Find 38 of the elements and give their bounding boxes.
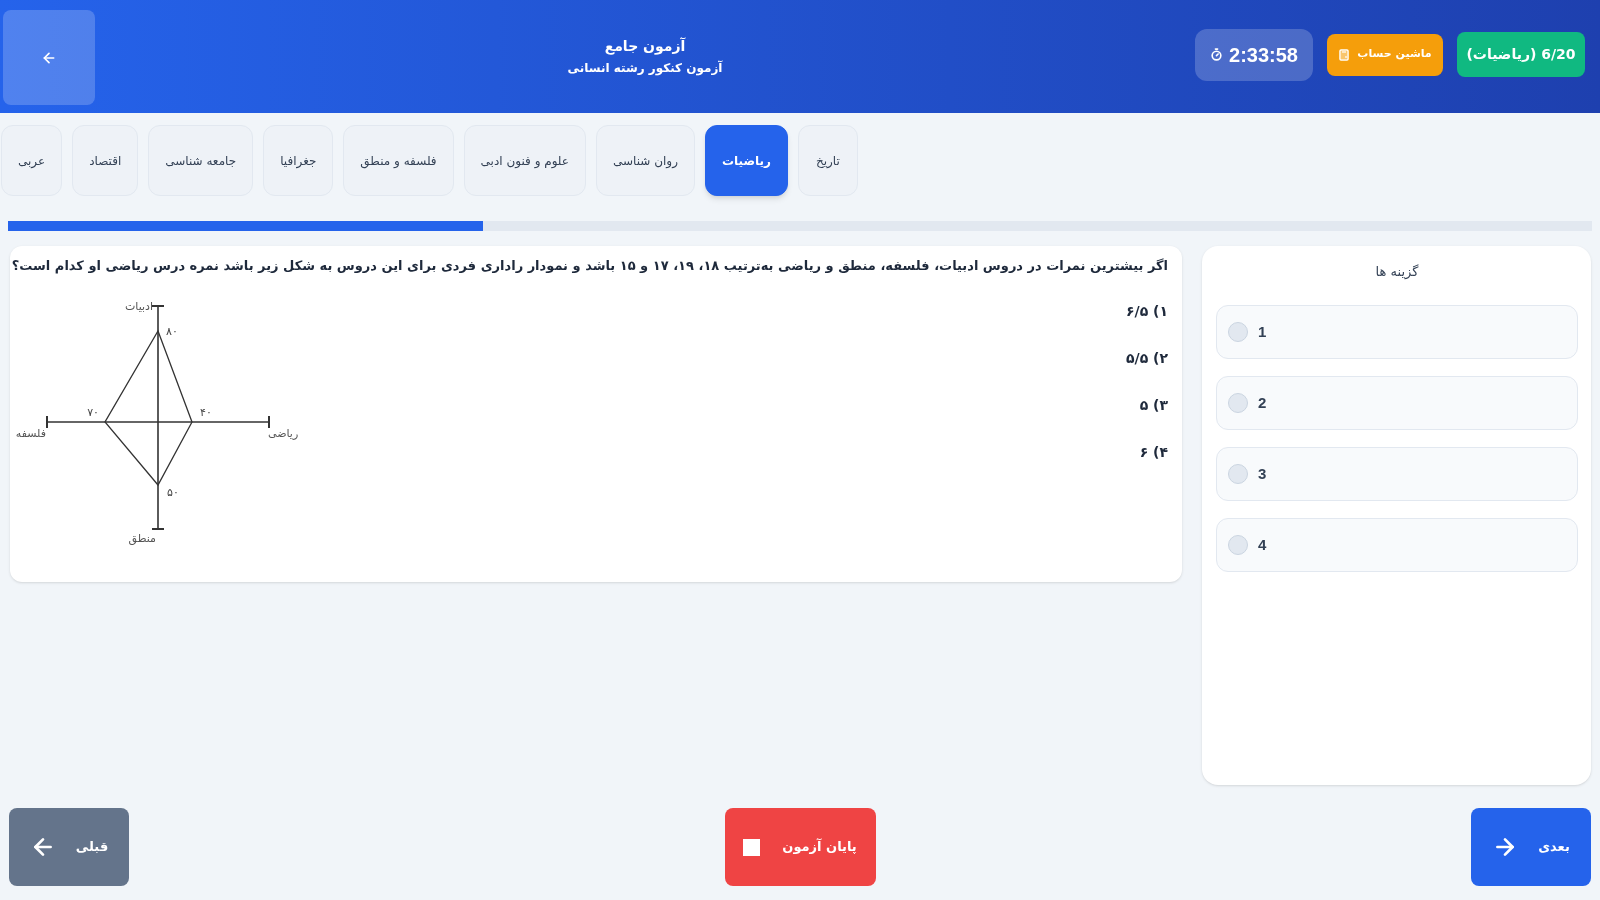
value-label: ۸۰: [166, 325, 178, 338]
axis-label: ریاضی: [268, 427, 299, 440]
stop-icon: [743, 838, 761, 856]
value-label: ۷۰: [87, 406, 99, 419]
exam-title: آزمون جامع: [604, 36, 686, 56]
answer-choice-text: ۴) ۶: [1139, 443, 1168, 462]
exam-subtitle: آزمون کنکور رشته انسانی: [567, 59, 723, 76]
subject-tab[interactable]: علوم و فنون ادبی: [463, 125, 586, 196]
answer-choice-text: ۳) ۵: [1139, 396, 1168, 415]
previous-button[interactable]: قبلی: [9, 808, 129, 886]
axis-label: منطق: [128, 532, 156, 545]
timer-display: 2:33:58: [1195, 28, 1313, 81]
finish-exam-button[interactable]: پایان آزمون: [724, 808, 876, 886]
subject-tab[interactable]: جغرافیا: [263, 125, 334, 196]
answer-choice-text: ۲) ۵/۵: [1125, 349, 1168, 368]
calculator-icon: [1338, 48, 1351, 61]
options-title: گزینه ها: [1374, 263, 1420, 281]
subject-tab[interactable]: عربی: [1, 125, 63, 196]
question-text: اگر بیشترین نمرات در دروس ادبیات، فلسفه، منطق و ریاضی به‌ترتیب ۱۸، ۱۹، ۱۷ و ۱۵ باشد و نمودار راداری فردی برای این دروس به شکل زیر باشد نمره درس ریاضی او کدام است؟: [10, 257, 1168, 276]
value-label: ۵۰: [167, 486, 179, 499]
answer-option[interactable]: 1: [1216, 305, 1578, 359]
answer-option[interactable]: 2: [1216, 376, 1578, 430]
answer-option[interactable]: 3: [1216, 447, 1578, 501]
subject-tab[interactable]: اقتصاد: [72, 125, 139, 196]
back-button[interactable]: [3, 10, 95, 105]
subject-tab[interactable]: جامعه شناسی: [148, 125, 254, 196]
value-label: ۴۰: [200, 406, 212, 419]
subject-tab[interactable]: تاریخ: [797, 125, 858, 196]
axis-label: فلسفه: [15, 427, 46, 440]
next-button[interactable]: بعدی: [1471, 808, 1591, 886]
answer-option[interactable]: 4: [1216, 518, 1578, 572]
subject-tab[interactable]: فلسفه و منطق: [343, 125, 454, 196]
answer-choice-text: ۱) ۶/۵: [1125, 302, 1168, 321]
stopwatch-icon: [1210, 48, 1224, 61]
subject-tab[interactable]: ریاضیات: [704, 125, 788, 196]
axis-label: ادبیات: [124, 300, 153, 313]
subject-tab[interactable]: روان شناسی: [596, 125, 695, 196]
question-counter-badge: 6/20 (ریاضیات): [1457, 32, 1585, 77]
